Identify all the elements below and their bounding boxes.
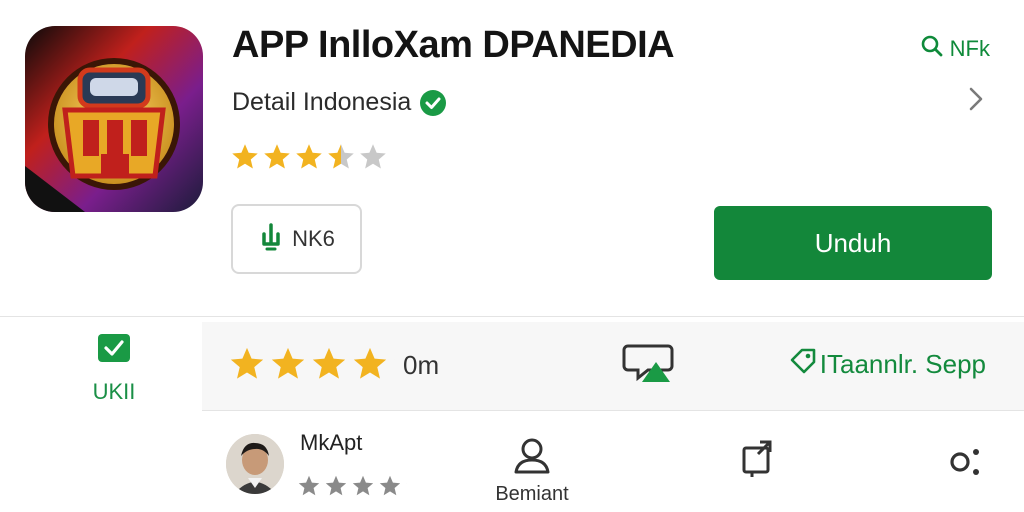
reviewer-rating-stars (297, 474, 429, 498)
download-icon (258, 222, 284, 257)
star-icon (360, 144, 386, 169)
share-icon[interactable] (740, 438, 776, 483)
developer-row[interactable]: Detail Indonesia (232, 88, 447, 117)
star-icon (325, 475, 347, 496)
verified-badge-icon (419, 89, 447, 117)
star-icon (406, 475, 428, 496)
install-button[interactable]: Unduh (714, 206, 992, 280)
search-icon (920, 34, 944, 64)
avatar[interactable] (226, 434, 284, 494)
star-icon (264, 144, 290, 169)
star-icon (328, 144, 354, 169)
developer-name[interactable]: Detail Indonesia (232, 88, 411, 117)
checkbox-icon (96, 330, 132, 371)
star-icon (271, 347, 305, 379)
size-chip[interactable]: NK6 (231, 204, 362, 274)
app-title: APP InlloXam DPANEDIA (232, 24, 675, 66)
size-chip-label: NK6 (292, 226, 335, 251)
divider (0, 316, 1024, 317)
profile-button[interactable]: Bemiant (490, 436, 574, 506)
tag-link[interactable]: ITaannlr. Sepp (790, 348, 986, 381)
stats-count: 0m (403, 350, 440, 380)
tag-icon (790, 348, 816, 381)
star-icon (352, 475, 374, 496)
star-icon (298, 475, 320, 496)
divider (202, 410, 1024, 411)
search-link-label: NFk (949, 36, 990, 61)
search-link[interactable]: NFk (920, 34, 990, 64)
app-rating-stars (230, 142, 388, 172)
star-icon (379, 475, 401, 496)
stats-left-label: UKII (92, 379, 136, 404)
reviewer-name: MkApt (300, 430, 363, 455)
star-icon (312, 347, 346, 379)
more-options-icon[interactable] (948, 444, 984, 485)
person-icon (512, 436, 552, 479)
star-icon (230, 347, 264, 379)
star-icon (232, 144, 258, 169)
star-icon (353, 347, 387, 379)
chevron-right-icon[interactable] (966, 84, 986, 120)
chat-icon[interactable] (622, 340, 674, 389)
star-icon (296, 144, 322, 169)
profile-label: Bemiant (495, 483, 569, 505)
app-icon (25, 26, 203, 212)
stats-left-block[interactable]: UKII (44, 330, 184, 405)
tag-link-label: ITaannlr. Sepp (819, 349, 986, 379)
stats-rating-stars (228, 345, 430, 383)
